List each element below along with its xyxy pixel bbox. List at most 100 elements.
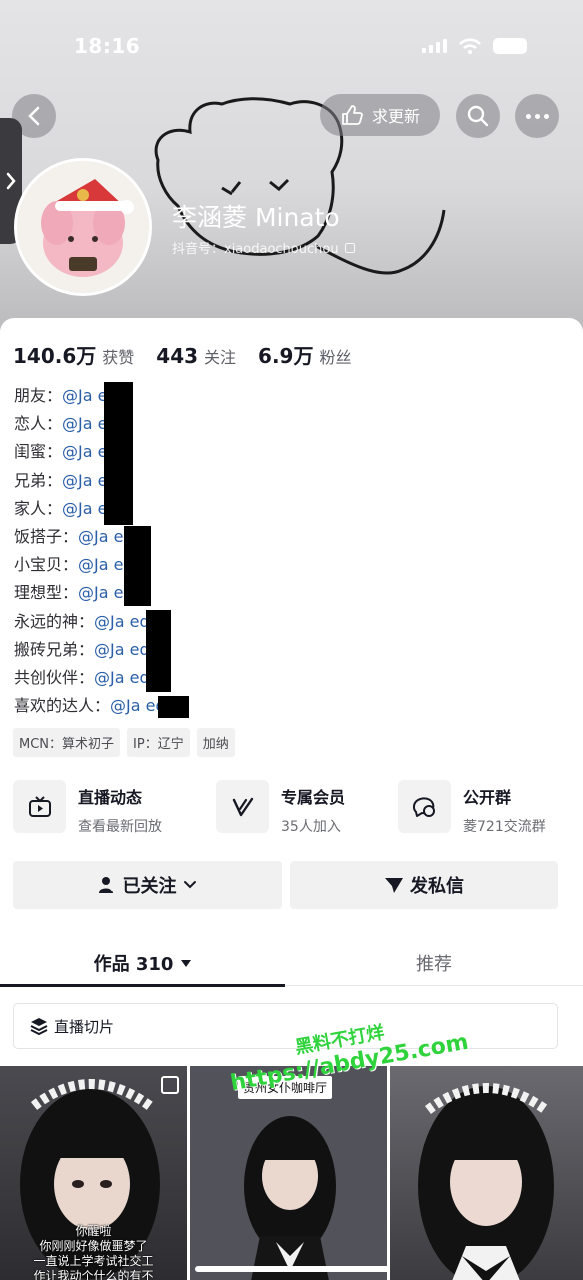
redaction-bar	[124, 526, 151, 606]
feature-title: 直播动态	[78, 788, 143, 807]
thumbnail-caption-line: 一直说上学考试社交工	[33, 1254, 154, 1268]
wifi-icon	[459, 38, 481, 54]
thumbnail-caption-line: 你醒啦	[75, 1224, 112, 1238]
relation-handle-link[interactable]: @Ja ed	[94, 640, 150, 659]
redaction-bar	[146, 610, 171, 692]
feature-membership[interactable]: 专属会员 35人加入	[216, 780, 345, 836]
relation-label: 恋人：	[14, 414, 63, 434]
relation-label: 喜欢的达人：	[14, 696, 111, 716]
signal-icon	[422, 39, 447, 53]
douyin-id: 抖音号：xiaodaochouchou	[172, 238, 355, 257]
home-indicator	[195, 1266, 390, 1272]
send-message-label: 发私信	[410, 876, 464, 897]
stat-number: 443	[156, 344, 199, 368]
video-thumbnail[interactable]: 你醒啦 你刚刚好像做噩梦了 一直说上学考试社交工 作让我动个什么的有不	[0, 1066, 187, 1280]
relation-row: 永远的神：@Ja ed	[14, 608, 166, 636]
chevron-right-icon	[6, 172, 16, 190]
relation-label: 理想型：	[14, 583, 79, 603]
user-check-icon	[98, 877, 117, 893]
tag-row: MCN：算术初子 IP：辽宁 加纳	[13, 728, 235, 757]
feature-live-updates[interactable]: 直播动态 查看最新回放	[13, 780, 162, 836]
relation-label: 搬砖兄弟：	[14, 639, 95, 659]
chat-icon	[412, 796, 435, 817]
status-time: 18:16	[74, 34, 141, 58]
stat-followers[interactable]: 6.9万 粉丝	[258, 340, 351, 369]
search-button[interactable]	[456, 94, 500, 138]
tab-works[interactable]: 作品 310	[0, 940, 285, 987]
relation-row: 朋友：@Ja ed	[14, 382, 166, 410]
relation-label: 饭搭子：	[14, 526, 79, 546]
multi-image-icon	[161, 1076, 179, 1094]
more-icon	[525, 113, 549, 119]
profile-header: 18:16 求更新 李涵菱 Minato 抖音号：xiaodaochouchou	[0, 0, 583, 340]
profile-card: 140.6万 获赞 443 关注 6.9万 粉丝 朋友：@Ja ed 恋人：@J…	[0, 318, 583, 1280]
copy-icon[interactable]	[344, 242, 355, 253]
more-options-button[interactable]	[515, 94, 559, 138]
redaction-bar	[104, 382, 133, 525]
status-bar: 18:16	[0, 30, 583, 62]
relation-label: 兄弟：	[14, 470, 63, 490]
chevron-down-icon	[183, 881, 196, 889]
search-icon	[467, 105, 489, 127]
tab-recommend[interactable]: 推荐	[285, 940, 583, 986]
relation-handle-link[interactable]: @Ja ed	[94, 612, 150, 631]
relation-label: 家人：	[14, 498, 63, 518]
feature-row: 直播动态 查看最新回放 专属会员 35人加入 公开群 菱721交流群	[13, 780, 573, 836]
stat-label: 粉丝	[319, 348, 352, 367]
thumbnail-caption-line: 作让我动个什么的有不	[33, 1269, 154, 1280]
feature-public-group[interactable]: 公开群 菱721交流群	[398, 780, 546, 836]
feature-subtitle: 35人加入	[281, 819, 341, 835]
relation-label: 小宝贝：	[14, 555, 79, 575]
feature-title: 专属会员	[281, 788, 346, 807]
stat-label: 获赞	[102, 348, 135, 367]
action-buttons: 已关注 发私信	[13, 861, 558, 909]
feature-title: 公开群	[463, 788, 512, 807]
feature-subtitle: 菱721交流群	[463, 819, 546, 835]
live-clips-label: 直播切片	[54, 1017, 115, 1036]
content-tabs: 作品 310 推荐	[0, 940, 583, 987]
redaction-bar	[158, 696, 189, 718]
followed-button[interactable]: 已关注	[13, 861, 282, 909]
chevron-left-icon	[28, 106, 40, 126]
relation-row: 家人：@Ja ed	[14, 495, 166, 523]
tag-location: 加纳	[196, 728, 235, 757]
thumbs-up-icon	[342, 105, 363, 125]
stat-label: 关注	[204, 348, 237, 367]
active-tab-indicator	[0, 984, 285, 987]
caret-down-icon	[181, 959, 192, 967]
avatar[interactable]	[14, 158, 152, 296]
request-update-button[interactable]: 求更新	[320, 94, 440, 136]
profile-name: 李涵菱 Minato	[172, 203, 340, 232]
relation-row: 喜欢的达人：@Ja ed	[14, 692, 166, 720]
relation-label: 永远的神：	[14, 611, 95, 631]
feature-subtitle: 查看最新回放	[78, 819, 162, 835]
tab-works-label: 作品 310	[93, 954, 174, 975]
stat-following[interactable]: 443 关注	[156, 344, 236, 368]
thumbnail-caption-line: 你刚刚好像做噩梦了	[39, 1239, 148, 1253]
stat-number: 140.6万	[13, 344, 97, 368]
relation-label: 朋友：	[14, 386, 63, 405]
tv-icon	[28, 795, 51, 817]
relation-label: 共创伙伴：	[14, 667, 95, 687]
battery-icon	[493, 38, 527, 54]
send-icon	[385, 878, 403, 893]
request-update-label: 求更新	[371, 107, 420, 126]
relation-row: 恋人：@Ja ed	[14, 410, 166, 438]
layers-icon	[30, 1018, 48, 1035]
send-message-button[interactable]: 发私信	[290, 861, 558, 909]
stat-number: 6.9万	[258, 344, 314, 368]
stats-row: 140.6万 获赞 443 关注 6.9万 粉丝	[13, 340, 352, 369]
relation-row: 闺蜜：@Ja ed	[14, 438, 166, 466]
avatar-illustration	[17, 161, 149, 293]
v-icon	[232, 797, 253, 816]
followed-label: 已关注	[122, 876, 177, 897]
relation-row: 兄弟：@Ja ed	[14, 467, 166, 495]
relation-row: 搬砖兄弟：@Ja ed	[14, 636, 166, 664]
relation-handle-link[interactable]: @Ja ed	[94, 668, 150, 687]
stat-likes[interactable]: 140.6万 获赞	[13, 340, 134, 369]
tag-mcn[interactable]: MCN：算术初子	[13, 728, 121, 757]
douyin-id-text: 抖音号：xiaodaochouchou	[172, 242, 339, 257]
relation-row: 共创伙伴：@Ja ed	[14, 664, 166, 692]
relation-label: 闺蜜：	[14, 442, 63, 462]
tag-ip: IP：辽宁	[127, 728, 190, 757]
